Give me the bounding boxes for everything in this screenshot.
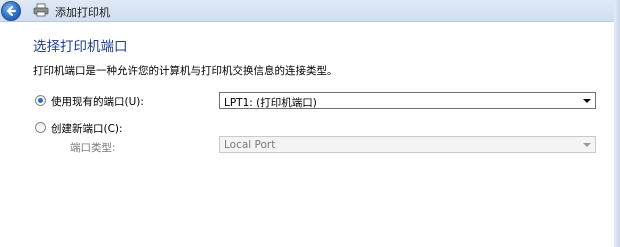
chevron-down-icon: [583, 99, 591, 103]
radio-selected-indicator: [38, 98, 43, 103]
page-title: 选择打印机端口: [33, 39, 128, 55]
port-type-select[interactable]: Local Port: [219, 136, 596, 153]
printer-icon: [33, 3, 49, 17]
window-title: 添加打印机: [55, 6, 110, 19]
create-new-port-radio[interactable]: [35, 122, 46, 133]
back-button[interactable]: [1, 1, 21, 21]
title-bar: 添加打印机: [0, 0, 620, 22]
back-arrow-icon: [7, 6, 16, 16]
window-frame: [614, 0, 620, 247]
create-new-port-label[interactable]: 创建新端口(C):: [51, 121, 123, 136]
existing-port-select[interactable]: LPT1: (打印机端口): [219, 92, 596, 109]
port-type-value: Local Port: [224, 139, 276, 151]
use-existing-port-label[interactable]: 使用现有的端口(U):: [51, 94, 144, 109]
use-existing-port-radio[interactable]: [35, 95, 46, 106]
chevron-down-icon: [583, 143, 591, 147]
port-type-label: 端口类型:: [70, 142, 116, 154]
existing-port-value: LPT1: (打印机端口): [224, 97, 317, 109]
page-description: 打印机端口是一种允许您的计算机与打印机交换信息的连接类型。: [33, 65, 338, 77]
